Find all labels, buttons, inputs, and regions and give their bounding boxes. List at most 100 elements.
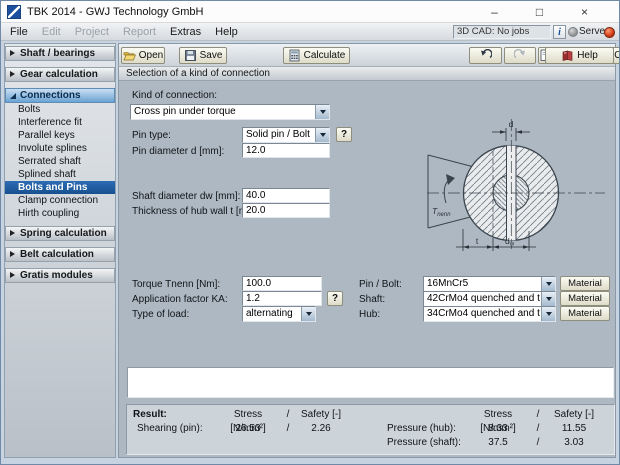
shaft-diameter-input[interactable] [242, 188, 330, 203]
sidebar-header-label: Spring calculation [20, 228, 107, 239]
stress-header: Stress [N/mm²] [480, 409, 516, 434]
material-button-hub[interactable]: Material [560, 306, 610, 321]
type-of-load-value: alternating [246, 308, 293, 319]
safety-header: Safety [-] [300, 409, 341, 420]
sidebar-header-gratis-modules[interactable]: Gratis modules [5, 268, 115, 283]
cad-status-led [568, 27, 578, 37]
hub-wall-input[interactable] [242, 203, 330, 218]
sidebar-header-shaft-bearings[interactable]: Shaft / bearings [5, 46, 115, 61]
pin-bolt-material-select[interactable]: 16MnCr5 [423, 276, 556, 292]
type-of-load-label: Type of load: [132, 309, 190, 320]
menu-project: Project [74, 26, 109, 38]
save-floppy-icon [184, 49, 197, 62]
calculate-label: Calculate [303, 50, 346, 61]
application-factor-input[interactable] [242, 291, 322, 306]
pin-type-help-button[interactable]: ? [336, 127, 352, 142]
section-title: Selection of a kind of connection [126, 68, 270, 79]
minimize-button[interactable]: – [472, 1, 517, 23]
hub-label: Hub: [359, 309, 381, 320]
menu-file[interactable]: File [3, 23, 35, 41]
sidebar-item-hirth-coupling[interactable]: Hirth coupling [5, 207, 115, 220]
window-controls: – □ × [472, 1, 607, 23]
redo-button [504, 47, 536, 64]
material-button-pin[interactable]: Material [560, 276, 610, 291]
calculate-button[interactable]: Calculate [283, 47, 350, 64]
result-safety-value: 2.26 [311, 423, 331, 434]
info-button[interactable]: i [553, 25, 566, 39]
material-button-shaft[interactable]: Material [560, 291, 610, 306]
dropdown-arrow-icon[interactable] [541, 277, 555, 291]
help-label: Help [577, 50, 598, 61]
sidebar-item-bolts-and-pins[interactable]: Bolts and Pins [5, 181, 115, 194]
dropdown-arrow-icon[interactable] [301, 307, 315, 321]
result-stress-value: 37.5 [488, 437, 508, 448]
type-of-load-select[interactable]: alternating [242, 306, 316, 322]
help-button[interactable]: Help [545, 47, 614, 64]
result-row-label: Pressure (shaft): [387, 437, 461, 448]
chevron-right-icon [10, 230, 15, 236]
safety-header: Safety [-] [553, 409, 594, 420]
form-area: Kind of connection: Cross pin under torq… [119, 81, 615, 457]
sidebar-header-label: Belt calculation [20, 249, 94, 260]
open-folder-icon [123, 49, 136, 62]
kind-of-connection-value: Cross pin under torque [134, 106, 236, 117]
cad-status-field: 3D CAD: No jobs [453, 25, 551, 39]
sidebar-item-splined-shaft[interactable]: Splined shaft [5, 168, 115, 181]
result-row-label: Pressure (hub): [387, 423, 456, 434]
application-factor-label: Application factor KA: [132, 294, 228, 305]
slash: / [286, 409, 290, 420]
sidebar-item-serrated-shaft[interactable]: Serrated shaft [5, 155, 115, 168]
dropdown-arrow-icon[interactable] [315, 128, 329, 142]
pin-diameter-input[interactable] [242, 143, 330, 158]
hub-material-select[interactable]: 34CrMo4 quenched and tempered [423, 306, 556, 322]
redo-icon [513, 49, 527, 62]
menu-help[interactable]: Help [208, 23, 245, 41]
torque-input[interactable] [242, 276, 322, 291]
section-header: Selection of a kind of connection [119, 67, 615, 81]
menu-edit: Edit [41, 26, 61, 38]
pin-type-value: Solid pin / Bolt [246, 129, 310, 140]
dropdown-arrow-icon[interactable] [315, 105, 329, 119]
chevron-expanded-icon [10, 93, 16, 99]
help-book-icon [561, 49, 574, 62]
kind-of-connection-select[interactable]: Cross pin under torque [130, 104, 330, 120]
sidebar-header-label: Connections [20, 90, 81, 101]
chevron-right-icon [10, 251, 15, 257]
shaft-material-select[interactable]: 42CrMo4 quenched and tempered [423, 291, 556, 307]
application-factor-help-button[interactable]: ? [327, 291, 343, 306]
sidebar-item-bolts[interactable]: Bolts [5, 103, 115, 116]
slash: / [536, 437, 540, 448]
sidebar-header-gear-calculation[interactable]: Gear calculation [5, 67, 115, 82]
dropdown-arrow-icon[interactable] [541, 307, 555, 321]
sidebar-item-clamp-connection[interactable]: Clamp connection [5, 194, 115, 207]
torque-label: Torque Tnenn [Nm]: [132, 279, 221, 290]
result-safety-value: 3.03 [564, 437, 584, 448]
sidebar-header-spring-calculation[interactable]: Spring calculation [5, 226, 115, 241]
dropdown-arrow-icon[interactable] [541, 292, 555, 306]
connection-diagram: Tnenn d t dw [427, 119, 605, 251]
menu-extras[interactable]: Extras [163, 23, 208, 41]
stress-header: Stress [N/mm²] [230, 409, 266, 434]
results-title: Result: [133, 409, 167, 420]
sidebar-header-belt-calculation[interactable]: Belt calculation [5, 247, 115, 262]
sidebar-header-connections[interactable]: Connections [5, 88, 115, 103]
sidebar-item-parallel-keys[interactable]: Parallel keys [5, 129, 115, 142]
maximize-button[interactable]: □ [517, 1, 562, 23]
close-button[interactable]: × [562, 1, 607, 23]
d-dimension-label: d [509, 119, 514, 129]
sidebar-header-label: Shaft / bearings [20, 48, 96, 59]
window-title: TBK 2014 - GWJ Technology GmbH [27, 6, 204, 18]
save-button[interactable]: Save [179, 47, 227, 64]
shaft-diameter-label: Shaft diameter dw [mm]: [132, 191, 241, 202]
undo-button[interactable] [469, 47, 502, 64]
open-button[interactable]: Open [121, 47, 165, 64]
calculator-icon [288, 49, 301, 62]
sidebar-item-involute-splines[interactable]: Involute splines [5, 142, 115, 155]
chevron-right-icon [10, 71, 15, 77]
toolbar: Open Save Calculate Report Opt [119, 44, 619, 67]
result-stress-value: 26.53 [235, 423, 261, 434]
result-safety-value: 11.55 [561, 423, 587, 434]
chevron-right-icon [10, 272, 15, 278]
pin-type-select[interactable]: Solid pin / Bolt [242, 127, 330, 143]
sidebar-item-interference-fit[interactable]: Interference fit [5, 116, 115, 129]
